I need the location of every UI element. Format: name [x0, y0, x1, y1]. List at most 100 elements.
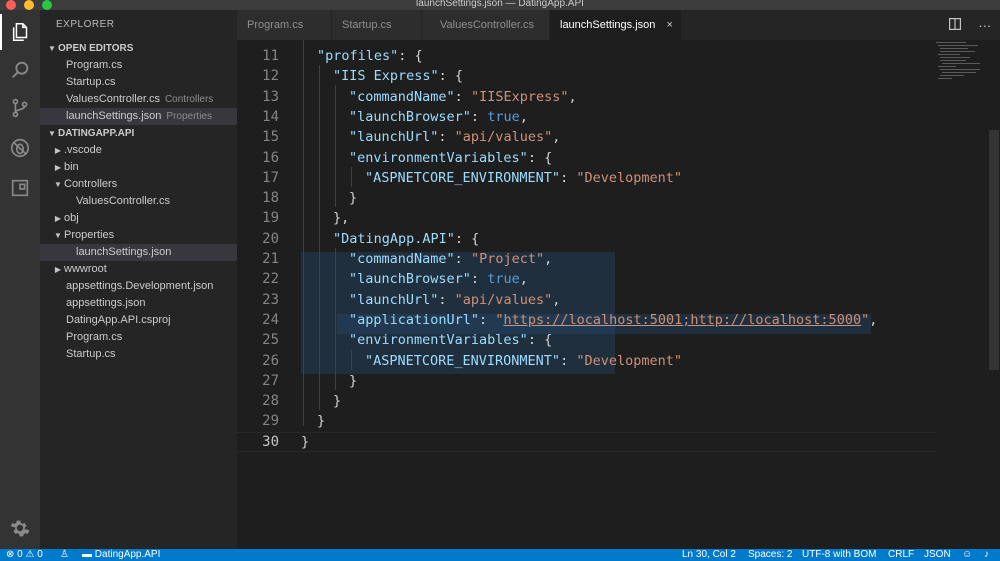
files-icon[interactable] [0, 14, 40, 50]
json-punct: } [349, 372, 358, 389]
tree-item-label: ValuesController.cs [76, 195, 170, 207]
tree-file-program[interactable]: Program.cs [40, 329, 237, 346]
json-punct: : [438, 129, 455, 146]
minimap-line [940, 48, 968, 49]
minimap-line [940, 51, 975, 52]
vertical-scrollbar[interactable] [988, 40, 1000, 549]
activity-bar [0, 10, 40, 549]
json-boolean: true [487, 271, 520, 288]
feedback-smiley-icon[interactable]: ☺ [962, 549, 972, 561]
warning-count: 0 [37, 549, 43, 560]
open-editor-item[interactable]: ValuesController.cs Controllers [40, 91, 237, 108]
open-editors-section[interactable]: ▼ OPEN EDITORS [40, 40, 237, 57]
code-line-28: } [333, 391, 341, 411]
tree-file-csproj[interactable]: DatingApp.API.csproj [40, 312, 237, 329]
tree-file-launchsettings[interactable]: launchSettings.json [40, 244, 237, 261]
extensions-icon[interactable] [0, 170, 40, 206]
explorer-sidebar: EXPLORER ▼ OPEN EDITORS Program.cs Start… [40, 10, 237, 549]
tree-folder-vscode[interactable]: ▶ .vscode [40, 142, 237, 159]
folder-icon: ▬ [82, 549, 92, 560]
error-count: 0 [17, 549, 23, 560]
tab-launchsettings[interactable]: launchSettings.json × [550, 10, 682, 40]
json-string: "Development" [576, 352, 683, 369]
code-line-12: "IIS Express": { [333, 66, 463, 86]
folder-indicator[interactable]: ▬ DatingApp.API [82, 549, 160, 561]
json-string: "api/values" [454, 291, 553, 308]
indentation[interactable]: Spaces: 2 [748, 549, 792, 561]
line-number: 20 [262, 230, 279, 247]
code-line-19: }, [333, 208, 349, 228]
json-string: "api/values" [454, 129, 553, 146]
json-punct: : [454, 251, 471, 267]
code-line-18: } [349, 188, 357, 208]
encoding[interactable]: UTF-8 with BOM [802, 549, 876, 561]
project-label: DATINGAPP.API [58, 128, 135, 139]
json-punct: , [552, 129, 561, 146]
bell-icon[interactable]: ♪ [984, 549, 989, 561]
tree-folder-wwwroot[interactable]: ▶ wwwroot [40, 261, 237, 278]
json-key: "IIS Express" [333, 68, 439, 85]
indent-guide [351, 350, 352, 370]
tree-folder-controllers[interactable]: ▼ Controllers [40, 176, 237, 193]
tree-file-appsettings[interactable]: appsettings.json [40, 295, 237, 312]
close-icon[interactable]: × [666, 19, 672, 31]
json-key: "ASPNETCORE_ENVIRONMENT" [365, 352, 561, 369]
line-number: 29 [262, 413, 279, 430]
indent-guide [351, 167, 352, 187]
tab-label: launchSettings.json [560, 19, 656, 31]
minimap[interactable] [934, 40, 989, 100]
json-punct: : { [527, 149, 553, 166]
open-editor-item[interactable]: Startup.cs [40, 74, 237, 91]
tree-file-valuescontroller[interactable]: ValuesController.cs [40, 193, 237, 210]
json-punct: , [519, 271, 528, 288]
debug-icon[interactable] [0, 130, 40, 166]
source-control-icon[interactable] [0, 90, 40, 126]
open-editor-name: ValuesController.cs [66, 93, 160, 105]
scrollbar-thumb[interactable] [989, 130, 999, 370]
minimap-line [938, 54, 960, 55]
search-icon[interactable] [0, 52, 40, 88]
tab-startup[interactable]: Startup.cs [332, 10, 422, 40]
tree-folder-bin[interactable]: ▶ bin [40, 159, 237, 176]
line-number: 17 [262, 169, 279, 186]
json-punct: : [470, 271, 488, 288]
line-number: 19 [262, 210, 279, 227]
minimap-line [942, 72, 976, 73]
json-punct: , [552, 291, 561, 308]
cursor-position[interactable]: Ln 30, Col 2 [682, 549, 736, 561]
minimap-line [942, 63, 980, 64]
json-key: "DatingApp.API" [333, 230, 455, 247]
project-section[interactable]: ▼ DATINGAPP.API [40, 125, 237, 142]
more-icon[interactable]: ··· [978, 18, 991, 33]
code-editor[interactable]: 11 12 13 14 15 16 17 18 19 20 21 22 23 2… [237, 40, 1000, 549]
explorer-header: EXPLORER [56, 19, 115, 30]
code-line-23: "launchUrl": "api/values", [349, 290, 560, 310]
code-line-13: "commandName": "IISExpress", [349, 87, 577, 107]
tree-item-label: launchSettings.json [76, 246, 172, 258]
smiley-icon[interactable]: ♙ [60, 549, 69, 561]
tab-valuescontroller[interactable]: ValuesController.cs [422, 10, 550, 40]
line-ending[interactable]: CRLF [888, 549, 914, 561]
language-mode[interactable]: JSON [924, 549, 951, 561]
tree-folder-properties[interactable]: ▼ Properties [40, 227, 237, 244]
minimap-line [938, 78, 952, 79]
url-link[interactable]: https://localhost:5001;http://localhost:… [503, 312, 861, 328]
indent-guide [335, 248, 336, 390]
tab-program[interactable]: Program.cs [237, 10, 332, 40]
code-line-27: } [349, 371, 357, 391]
json-punct: : { [438, 68, 464, 85]
tree-item-label: Controllers [64, 178, 118, 190]
tree-file-appsettings-dev[interactable]: appsettings.Development.json [40, 278, 237, 295]
open-editor-item[interactable]: Program.cs [40, 57, 237, 74]
open-editor-item-active[interactable]: launchSettings.json Properties [40, 108, 237, 125]
tree-folder-obj[interactable]: ▶ obj [40, 210, 237, 227]
gear-icon[interactable] [0, 510, 40, 546]
split-editor-icon[interactable] [948, 17, 961, 33]
tree-file-startup[interactable]: Startup.cs [40, 346, 237, 363]
tree-item-label: Startup.cs [66, 348, 116, 360]
editor-tabs: Program.cs Startup.cs ValuesController.c… [237, 10, 1000, 40]
problems-indicator[interactable]: ⊗ 0 ⚠ 0 [6, 549, 43, 561]
indent-guide [335, 85, 336, 207]
line-number: 24 [262, 311, 279, 328]
open-editor-folder: Properties [166, 111, 212, 122]
